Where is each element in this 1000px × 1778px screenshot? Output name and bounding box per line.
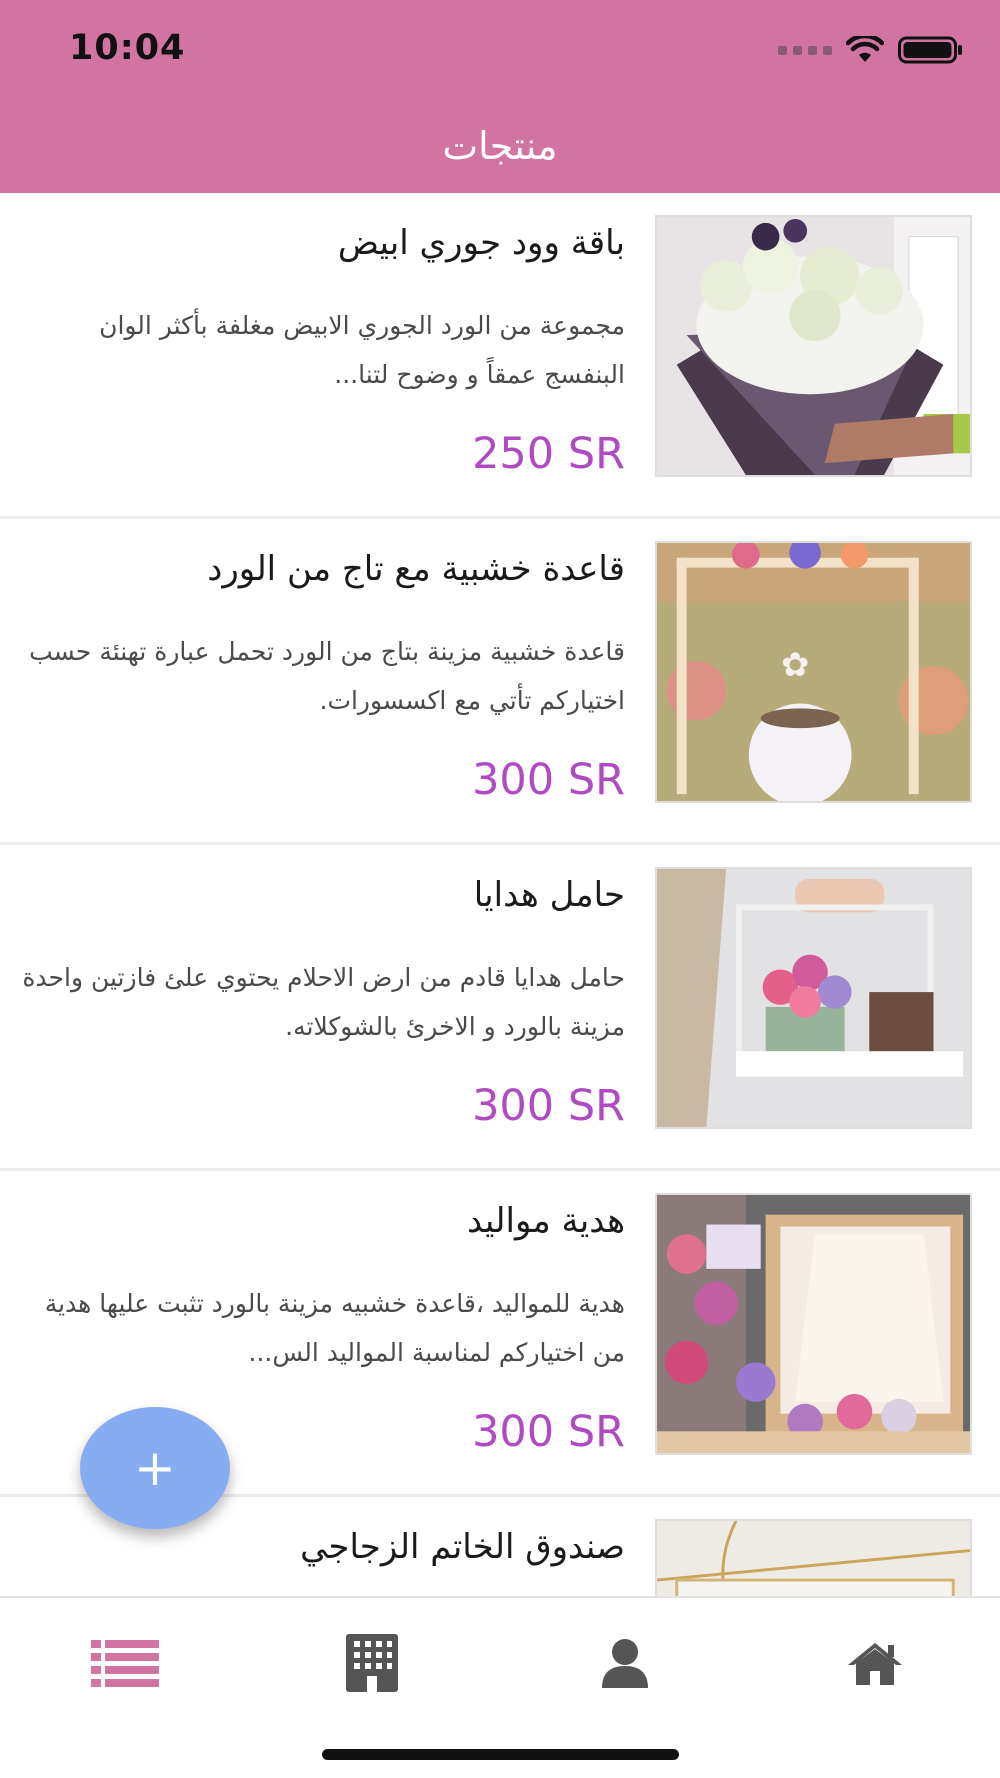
user-icon (602, 1639, 648, 1688)
app-header: 10:04 منتجات (0, 0, 1000, 193)
tab-products[interactable] (80, 1628, 170, 1698)
building-icon (346, 1634, 398, 1692)
status-icons (778, 34, 964, 66)
product-title: هدية مواليد (467, 1201, 625, 1241)
product-title: حامل هدايا (473, 875, 625, 915)
product-price: 300 SR (472, 1407, 625, 1457)
product-title: قاعدة خشبية مع تاج من الورد (207, 549, 625, 589)
plus-icon: + (134, 1439, 176, 1497)
products-screen: 10:04 منتجات باقة وود جوري ابيض مجموعة م… (0, 0, 1000, 1778)
product-image-newborn-gift (655, 1193, 972, 1455)
product-item[interactable]: حامل هدايا حامل هدايا قادم من ارض الاحلا… (0, 845, 1000, 1171)
svg-text:✿: ✿ (781, 645, 809, 684)
product-description: قاعدة خشبية مزينة بتاج من الورد تحمل عبا… (29, 637, 625, 715)
product-price: 300 SR (472, 755, 625, 805)
wifi-icon (846, 36, 884, 62)
home-icon (848, 1643, 902, 1685)
tab-home[interactable] (830, 1628, 920, 1698)
product-description: هدية للمواليد ،قاعدة خشبيه مزينة بالورد … (44, 1289, 625, 1367)
product-title: صندوق الخاتم الزجاجي (300, 1527, 625, 1567)
product-image-wooden-stand-flower-crown: ✿ (655, 541, 972, 803)
product-description: حامل هدايا قادم من ارض الاحلام يحتوي علئ… (22, 963, 625, 1041)
product-price: 250 SR (472, 429, 625, 479)
cellular-signal-icon (778, 45, 832, 55)
tab-profile[interactable] (580, 1628, 670, 1698)
product-price: 300 SR (472, 1081, 625, 1131)
tab-store[interactable] (327, 1628, 417, 1698)
product-item[interactable]: ✿ قاعدة خشبية مع تاج من الورد قاعدة خشبي… (0, 519, 1000, 845)
battery-icon (898, 36, 962, 64)
page-title: منتجات (442, 124, 558, 168)
product-description: مجموعة من الورد الجوري الابيض مغلفة بأكث… (99, 311, 625, 389)
product-image-white-rose-bouquet (655, 215, 972, 477)
status-time: 10:04 (69, 28, 186, 68)
product-list[interactable]: باقة وود جوري ابيض مجموعة من الورد الجور… (0, 193, 1000, 1596)
product-image-gift-holder (655, 867, 972, 1129)
product-title: باقة وود جوري ابيض (337, 223, 625, 263)
add-product-button[interactable]: + (80, 1407, 230, 1529)
product-item[interactable]: باقة وود جوري ابيض مجموعة من الورد الجور… (0, 193, 1000, 519)
home-indicator (322, 1749, 679, 1760)
list-icon (91, 1640, 159, 1687)
product-image-glass-ring-box (655, 1519, 972, 1596)
